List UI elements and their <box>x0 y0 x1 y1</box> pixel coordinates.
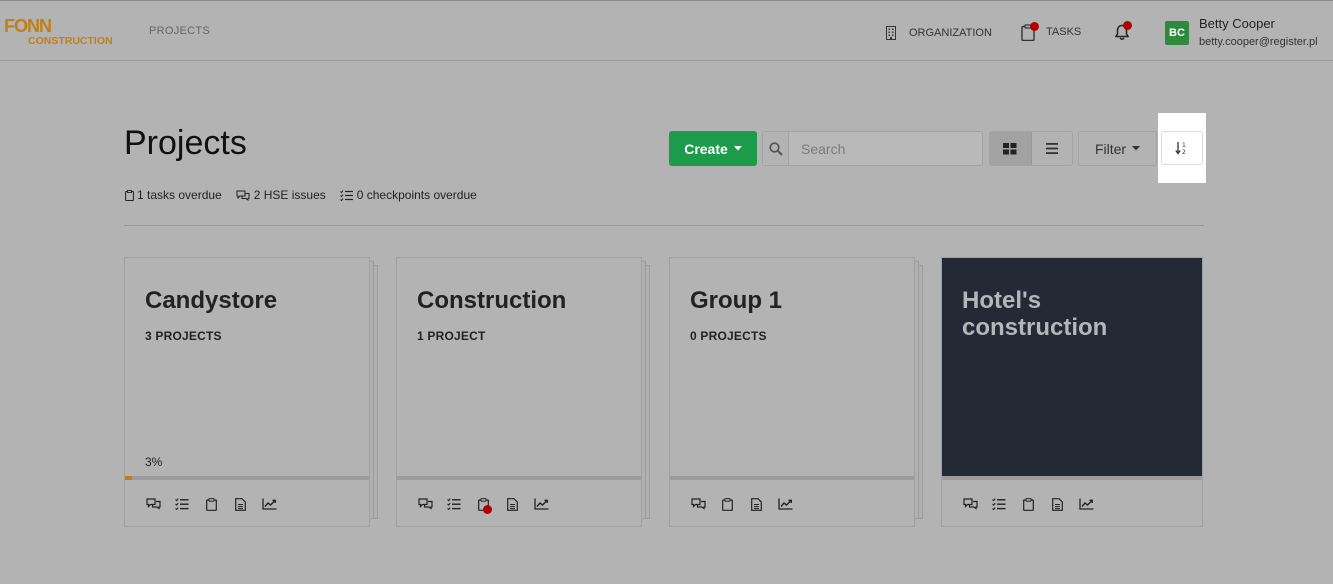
view-toggle <box>989 131 1073 166</box>
caret-down-icon <box>1132 141 1141 157</box>
notification-dot <box>1123 21 1132 30</box>
card-progress-bar <box>670 476 914 480</box>
card-front[interactable]: Hotel's construction <box>941 257 1203 527</box>
search-icon[interactable] <box>763 132 789 165</box>
user-name[interactable]: Betty Cooper <box>1199 16 1275 31</box>
comments-icon[interactable] <box>690 496 706 512</box>
card-title: Hotel's construction <box>962 287 1108 341</box>
nav-organization-label: ORGANIZATION <box>909 27 992 39</box>
nav-projects-link[interactable]: PROJECTS <box>149 25 210 37</box>
project-group-card[interactable]: Group 1 0 PROJECTS <box>669 257 931 527</box>
filter-button-label: Filter <box>1094 140 1127 157</box>
card-subtitle: 3 PROJECTS <box>145 329 222 343</box>
fonn-construction-logo[interactable]: FONN CONSTRUCTION <box>4 16 120 48</box>
list-icon <box>1044 141 1060 157</box>
chart-line-icon[interactable] <box>1078 496 1094 512</box>
card-progress-bar <box>942 476 1202 480</box>
create-button[interactable]: Create <box>669 131 757 166</box>
checklist-icon <box>340 189 354 201</box>
document-icon[interactable] <box>232 496 248 512</box>
building-icon <box>883 25 899 41</box>
chart-line-icon[interactable] <box>261 496 277 512</box>
top-navigation-bar: FONN CONSTRUCTION PROJECTS ORGANIZATION … <box>0 0 1333 61</box>
avatar[interactable]: BC <box>1165 21 1189 45</box>
page-title: Projects <box>124 124 247 162</box>
document-icon[interactable] <box>1049 496 1065 512</box>
overdue-stats: 1 tasks overdue 2 HSE issues 0 checkpoin… <box>124 188 477 202</box>
user-email: betty.cooper@register.pl <box>1199 36 1318 48</box>
chart-line-icon[interactable] <box>777 496 793 512</box>
section-divider <box>124 225 1204 226</box>
logo-line1: FONN <box>4 16 52 36</box>
comments-icon <box>236 189 251 201</box>
svg-text:2: 2 <box>1182 149 1186 155</box>
card-front[interactable]: Group 1 0 PROJECTS <box>669 257 915 527</box>
tasks-notification-dot <box>1030 22 1039 31</box>
clipboard-icon[interactable] <box>1020 496 1036 512</box>
checklist-icon[interactable] <box>991 496 1007 512</box>
stat-checkpoints-overdue[interactable]: 0 checkpoints overdue <box>340 188 477 202</box>
nav-tasks-link[interactable]: TASKS <box>1020 22 1082 41</box>
search-input[interactable] <box>789 132 982 165</box>
card-progress-label: 3% <box>145 455 163 469</box>
card-progress-bar <box>125 476 369 480</box>
card-title: Construction <box>417 287 567 314</box>
notifications-button[interactable] <box>1113 21 1132 46</box>
card-title: Candystore <box>145 287 278 314</box>
card-front[interactable]: Candystore 3 PROJECTS 3% <box>124 257 370 527</box>
stat-hse-issues[interactable]: 2 HSE issues <box>236 188 326 202</box>
list-view-button[interactable] <box>1032 132 1073 165</box>
stat-checkpoints-label: 0 checkpoints overdue <box>356 188 477 202</box>
card-actions <box>962 496 1094 512</box>
card-actions <box>690 496 793 512</box>
project-group-card[interactable]: Candystore 3 PROJECTS 3% <box>124 257 386 527</box>
clipboard-icon[interactable] <box>203 496 219 512</box>
comments-icon[interactable] <box>145 496 161 512</box>
caret-down-icon <box>733 141 742 157</box>
card-subtitle: 1 PROJECT <box>417 329 486 343</box>
card-actions <box>145 496 277 512</box>
sort-button[interactable]: 12 <box>1161 131 1203 165</box>
search-box <box>762 131 983 166</box>
stat-tasks-overdue[interactable]: 1 tasks overdue <box>124 188 222 202</box>
chart-line-icon[interactable] <box>533 496 549 512</box>
stat-hse-label: 2 HSE issues <box>253 188 326 202</box>
project-card[interactable]: Hotel's construction <box>941 257 1203 527</box>
document-icon[interactable] <box>748 496 764 512</box>
filter-button[interactable]: Filter <box>1078 131 1157 166</box>
checklist-icon[interactable] <box>174 496 190 512</box>
card-title: Group 1 <box>690 287 783 314</box>
comments-icon[interactable] <box>417 496 433 512</box>
document-icon[interactable] <box>504 496 520 512</box>
clipboard-icon <box>1020 22 1039 41</box>
clipboard-icon <box>124 189 134 201</box>
sort-numeric-icon: 12 <box>1174 140 1190 156</box>
grid-view-button[interactable] <box>990 132 1032 165</box>
sort-highlight: 12 <box>1158 113 1206 183</box>
grid-icon <box>1002 141 1018 157</box>
card-progress-bar <box>397 476 641 480</box>
project-group-card[interactable]: Construction 1 PROJECT <box>396 257 658 527</box>
logo-line2: CONSTRUCTION <box>28 35 113 47</box>
bell-icon <box>1113 21 1132 41</box>
stat-tasks-label: 1 tasks overdue <box>137 188 222 202</box>
card-subtitle: 0 PROJECTS <box>690 329 767 343</box>
svg-text:1: 1 <box>1182 142 1186 149</box>
comments-icon[interactable] <box>962 496 978 512</box>
clipboard-icon[interactable] <box>475 496 492 514</box>
clipboard-icon[interactable] <box>719 496 735 512</box>
progress-fill <box>125 476 133 480</box>
create-button-label: Create <box>684 140 728 157</box>
checklist-icon[interactable] <box>446 496 462 512</box>
card-front[interactable]: Construction 1 PROJECT <box>396 257 642 527</box>
nav-organization-link[interactable]: ORGANIZATION <box>883 25 992 41</box>
nav-tasks-label: TASKS <box>1046 26 1082 38</box>
card-actions <box>417 496 549 514</box>
alert-dot <box>483 505 492 514</box>
